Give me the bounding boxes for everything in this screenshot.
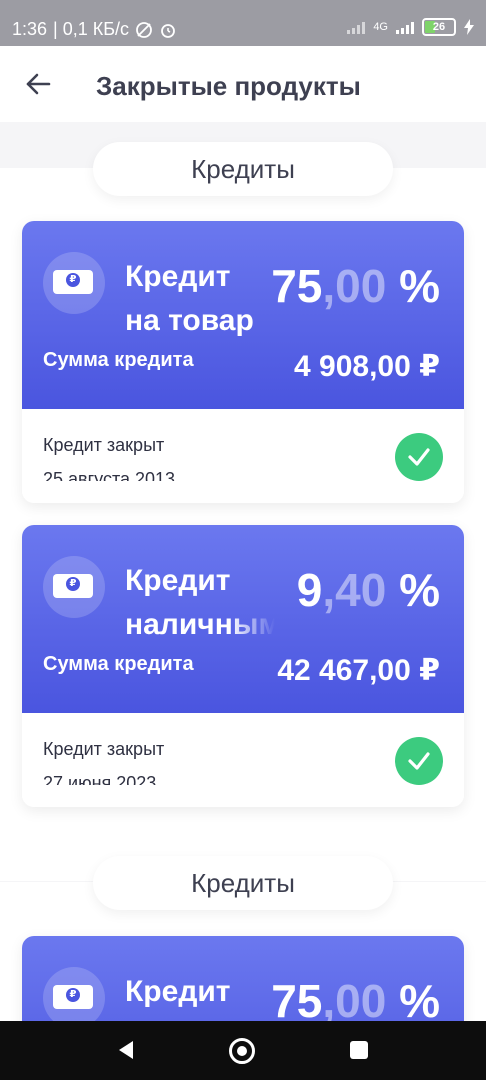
- page-title: Закрытые продукты: [96, 71, 361, 101]
- sum-label: Сумма кредита: [43, 349, 194, 371]
- nav-recents-icon[interactable]: [350, 1041, 368, 1059]
- closed-date: 27 июня 2023: [43, 773, 157, 785]
- product-card-header: ₽ Кредит на товар 75,00 % Сумма кредита …: [22, 221, 464, 409]
- rate-suffix: %: [386, 975, 440, 1027]
- product-name: Кредит: [125, 975, 231, 1008]
- rate-fraction: ,00: [322, 975, 387, 1027]
- sum-label: Сумма кредита: [43, 653, 194, 675]
- rate-fraction: ,40: [322, 564, 387, 616]
- sum-value: 4 908,00 ₽: [294, 350, 440, 383]
- charging-icon: [464, 19, 474, 35]
- product-card-footer: Кредит закрыт 27 июня 2023: [22, 713, 464, 807]
- back-arrow-icon[interactable]: [24, 70, 52, 98]
- product-name: Кредит наличными: [125, 564, 275, 641]
- battery-icon: 26: [422, 18, 456, 36]
- status-label: Кредит закрыт: [43, 739, 165, 759]
- sum-value: 42 467,00 ₽: [277, 654, 440, 687]
- rate-suffix: %: [386, 564, 440, 616]
- interest-rate: 9,40 %: [297, 563, 440, 617]
- battery-level: 26: [432, 21, 446, 33]
- check-icon: [395, 433, 443, 481]
- signal-icon: [347, 20, 366, 34]
- ruble-bill-icon: ₽: [43, 252, 105, 314]
- status-bar: 1:36 | 0,1 КБ/с 4G 26: [0, 0, 486, 46]
- product-name: Кредит на товар: [125, 260, 254, 337]
- nav-back-icon[interactable]: [117, 1040, 135, 1060]
- alarm-icon: [161, 23, 175, 38]
- system-nav-bar: [0, 1021, 486, 1080]
- rate-integer: 75: [271, 260, 323, 312]
- signal-icon-2: [396, 20, 414, 34]
- interest-rate: 75,00 %: [271, 974, 440, 1028]
- check-icon: [395, 737, 443, 785]
- ruble-bill-icon: ₽: [43, 556, 105, 618]
- ruble-bill-icon: ₽: [43, 967, 105, 1029]
- product-card[interactable]: ₽ Кредит на товар 75,00 % Сумма кредита …: [22, 221, 464, 503]
- status-time: 1:36: [12, 19, 48, 39]
- product-card-footer: Кредит закрыт 25 августа 2013: [22, 409, 464, 503]
- app-header: Закрытые продукты: [0, 46, 486, 122]
- rate-suffix: %: [386, 260, 440, 312]
- product-card-header: ₽ Кредит наличными 9,40 % Сумма кредита …: [22, 525, 464, 713]
- status-label: Кредит закрыт: [43, 435, 165, 455]
- network-type: 4G: [373, 21, 388, 33]
- rate-integer: 75: [271, 975, 323, 1027]
- section-title: Кредиты: [93, 856, 393, 910]
- closed-date: 25 августа 2013: [43, 469, 176, 481]
- rate-integer: 9: [296, 564, 323, 616]
- interest-rate: 75,00 %: [271, 259, 440, 313]
- section-title: Кредиты: [93, 142, 393, 196]
- product-card[interactable]: ₽ Кредит наличными 9,40 % Сумма кредита …: [22, 525, 464, 807]
- status-network-speed: | 0,1 КБ/с: [53, 19, 130, 39]
- nav-home-icon[interactable]: [229, 1038, 255, 1064]
- dnd-icon: [136, 21, 152, 38]
- rate-fraction: ,00: [322, 260, 387, 312]
